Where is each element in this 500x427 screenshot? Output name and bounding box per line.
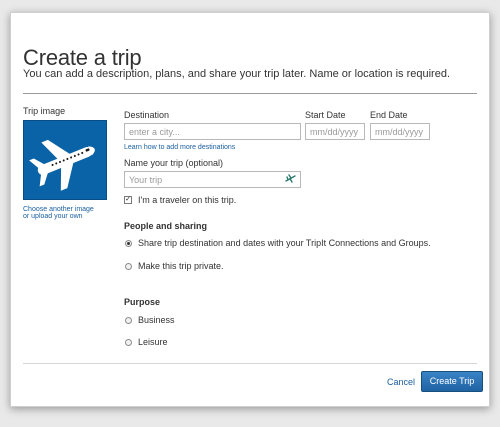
- trip-name-input[interactable]: Your trip: [124, 171, 301, 188]
- business-option-label: Business: [138, 315, 175, 325]
- business-radio[interactable]: [125, 317, 132, 324]
- traveler-checkbox[interactable]: ✓: [124, 196, 132, 204]
- end-date-label: End Date: [370, 110, 408, 120]
- sharing-heading: People and sharing: [124, 221, 208, 231]
- destination-input[interactable]: enter a city...: [124, 123, 301, 140]
- private-option-label: Make this trip private.: [138, 261, 224, 271]
- purpose-heading: Purpose: [124, 297, 161, 307]
- airplane-icon: [285, 174, 296, 183]
- leisure-option-label: Leisure: [138, 337, 168, 347]
- header-divider: [23, 93, 477, 94]
- share-radio[interactable]: [125, 240, 132, 247]
- trip-image[interactable]: [23, 120, 107, 200]
- private-radio[interactable]: [125, 263, 132, 270]
- change-image-link[interactable]: Choose another image or upload your own: [23, 206, 94, 220]
- trip-name-placeholder: Your trip: [129, 175, 163, 185]
- airplane-icon: [29, 139, 95, 191]
- leisure-radio[interactable]: [125, 339, 132, 346]
- add-destinations-help-link[interactable]: Learn how to add more destinations: [124, 144, 235, 151]
- cancel-button[interactable]: Cancel: [387, 377, 415, 387]
- change-image-link-line2[interactable]: or upload your own: [23, 213, 94, 220]
- footer-divider: [23, 363, 477, 364]
- change-image-link-line1[interactable]: Choose another image: [23, 206, 94, 213]
- start-date-input[interactable]: mm/dd/yyyy: [305, 123, 365, 140]
- destination-label: Destination: [124, 110, 170, 120]
- traveler-checkbox-label: I'm a traveler on this trip.: [138, 195, 237, 205]
- start-date-label: Start Date: [305, 110, 346, 120]
- share-option-label: Share trip destination and dates with yo…: [138, 238, 431, 248]
- dialog-subtitle: You can add a description, plans, and sh…: [23, 68, 451, 80]
- end-date-input[interactable]: mm/dd/yyyy: [370, 123, 430, 140]
- trip-name-label: Name your trip (optional): [124, 158, 224, 168]
- create-trip-button[interactable]: Create Trip: [421, 371, 483, 392]
- trip-image-label: Trip image: [23, 106, 66, 116]
- create-trip-dialog: Create a trip You can add a description,…: [10, 12, 490, 407]
